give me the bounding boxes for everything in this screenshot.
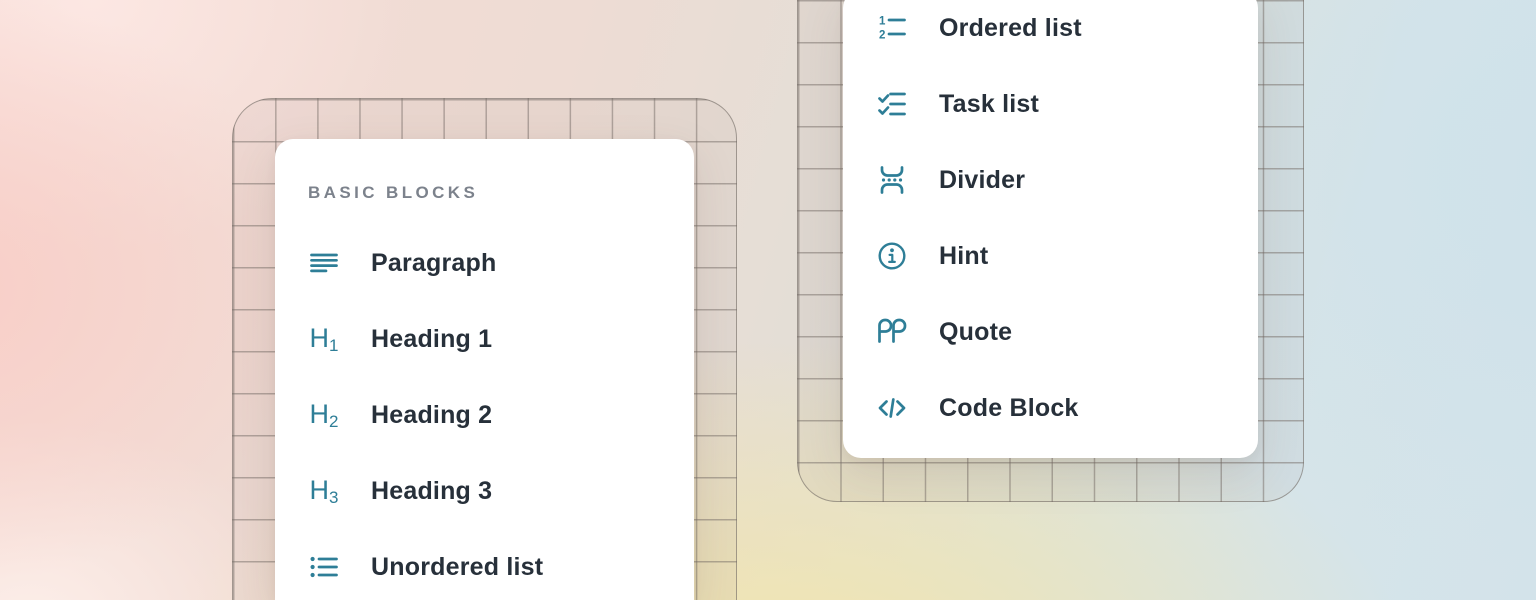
svg-text:2: 2 (879, 30, 885, 42)
list-blocks-menu-panel: 12Ordered listTask listDividerHintQuoteC… (843, 0, 1258, 458)
menu-item-label: Hint (939, 242, 988, 271)
menu-item-label: Quote (939, 318, 1012, 347)
menu-item-label: Ordered list (939, 14, 1082, 43)
menu-item-label: Heading 1 (371, 325, 492, 354)
editor-blocks-illustration: BASIC BLOCKS Paragraph H1 Heading 1 H2 Headi… (0, 0, 1536, 600)
task-list-icon (876, 88, 908, 120)
divider-icon (876, 164, 908, 196)
menu-item-heading-2[interactable]: H2 Heading 2 (275, 377, 694, 453)
paragraph-icon (308, 247, 340, 279)
menu-item-label: Unordered list (371, 553, 543, 582)
quote-icon (876, 316, 908, 348)
list-blocks-item-list: 12Ordered listTask listDividerHintQuoteC… (843, 0, 1258, 446)
menu-item-code-block[interactable]: Code Block (843, 370, 1258, 446)
code-block-icon (876, 392, 908, 424)
ordered-list-icon: 12 (876, 12, 908, 44)
hint-icon (876, 240, 908, 272)
menu-item-divider[interactable]: Divider (843, 142, 1258, 218)
heading-3-icon: H3 (308, 475, 340, 507)
basic-blocks-menu-panel: BASIC BLOCKS Paragraph H1 Heading 1 H2 Headi… (275, 139, 694, 600)
menu-item-hint[interactable]: Hint (843, 218, 1258, 294)
menu-item-label: Heading 3 (371, 477, 492, 506)
menu-item-quote[interactable]: Quote (843, 294, 1258, 370)
menu-item-label: Divider (939, 166, 1025, 195)
menu-item-task-list[interactable]: Task list (843, 66, 1258, 142)
menu-item-label: Heading 2 (371, 401, 492, 430)
svg-text:1: 1 (879, 16, 886, 28)
menu-item-label: Code Block (939, 394, 1079, 423)
unordered-list-icon (308, 551, 340, 583)
menu-item-paragraph[interactable]: Paragraph (275, 225, 694, 301)
heading-2-icon: H2 (308, 399, 340, 431)
menu-item-label: Paragraph (371, 249, 496, 278)
heading-1-icon: H1 (308, 323, 340, 355)
menu-item-label: Task list (939, 90, 1039, 119)
menu-item-ordered-list[interactable]: 12Ordered list (843, 0, 1258, 66)
menu-item-heading-3[interactable]: H3 Heading 3 (275, 453, 694, 529)
basic-blocks-item-list: Paragraph H1 Heading 1 H2 Heading 2 H3 Heading… (275, 225, 694, 600)
basic-blocks-header: BASIC BLOCKS (275, 139, 694, 225)
menu-item-heading-1[interactable]: H1 Heading 1 (275, 301, 694, 377)
menu-item-unordered-list[interactable]: Unordered list (275, 529, 694, 600)
